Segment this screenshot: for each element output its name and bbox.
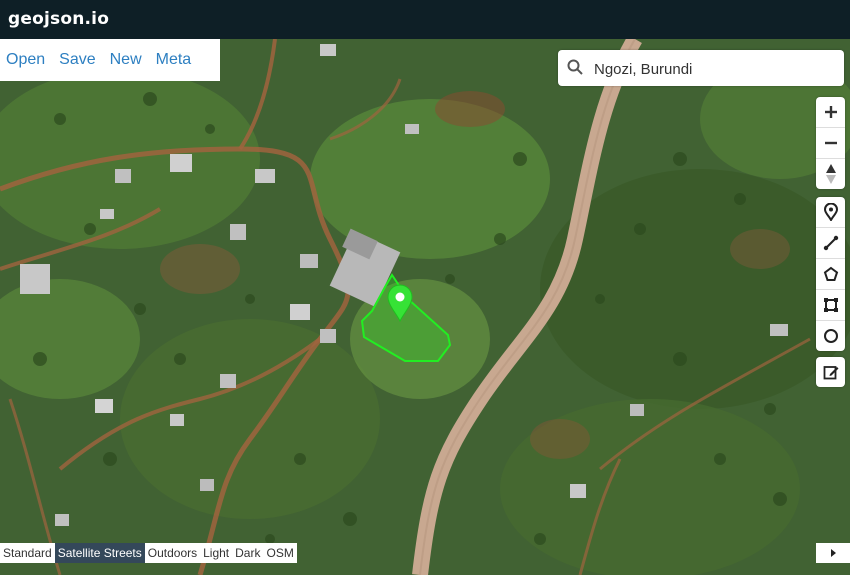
save-button[interactable]: Save <box>59 51 95 69</box>
edit-layers-button[interactable] <box>816 357 845 387</box>
caret-right-icon <box>831 549 836 557</box>
zoom-out-button[interactable] <box>816 128 845 159</box>
open-button[interactable]: Open <box>6 51 45 69</box>
search-icon <box>567 59 583 80</box>
layer-standard[interactable]: Standard <box>0 543 55 563</box>
layer-osm[interactable]: OSM <box>263 543 296 563</box>
layer-dark[interactable]: Dark <box>232 543 263 563</box>
draw-circle-button[interactable] <box>816 321 845 351</box>
layer-light[interactable]: Light <box>200 543 232 563</box>
plus-icon <box>824 106 837 118</box>
edit-toolbar <box>816 357 845 387</box>
draw-rectangle-button[interactable] <box>816 290 845 321</box>
edit-icon <box>823 366 838 380</box>
minus-icon <box>824 141 837 145</box>
line-icon <box>823 235 838 251</box>
circle-icon <box>823 329 838 343</box>
search-box <box>558 50 844 86</box>
new-button[interactable]: New <box>110 51 142 69</box>
search-input[interactable] <box>592 57 836 81</box>
map-canvas[interactable] <box>0 39 850 575</box>
draw-toolbar <box>816 197 845 351</box>
marker-icon <box>823 203 838 221</box>
draw-polygon-button[interactable] <box>816 259 845 290</box>
meta-button[interactable]: Meta <box>156 51 192 69</box>
draw-line-button[interactable] <box>816 228 845 259</box>
layer-outdoors[interactable]: Outdoors <box>145 543 200 563</box>
zoom-in-button[interactable] <box>816 97 845 128</box>
app-title: geojson.io <box>8 9 110 29</box>
zoom-controls <box>816 97 845 189</box>
layer-satellite-streets[interactable]: Satellite Streets <box>54 543 145 563</box>
compass-icon <box>825 164 836 184</box>
layer-switcher: Standard Satellite Streets Outdoors Ligh… <box>0 543 297 563</box>
draw-marker-button[interactable] <box>816 197 845 228</box>
satellite-imagery <box>0 39 850 575</box>
top-bar: geojson.io <box>0 0 850 39</box>
file-menu: Open Save New Meta <box>0 39 220 81</box>
compass-button[interactable] <box>816 159 845 189</box>
rectangle-icon <box>823 298 838 312</box>
panel-toggle-button[interactable] <box>816 543 850 563</box>
polygon-icon <box>823 266 838 281</box>
